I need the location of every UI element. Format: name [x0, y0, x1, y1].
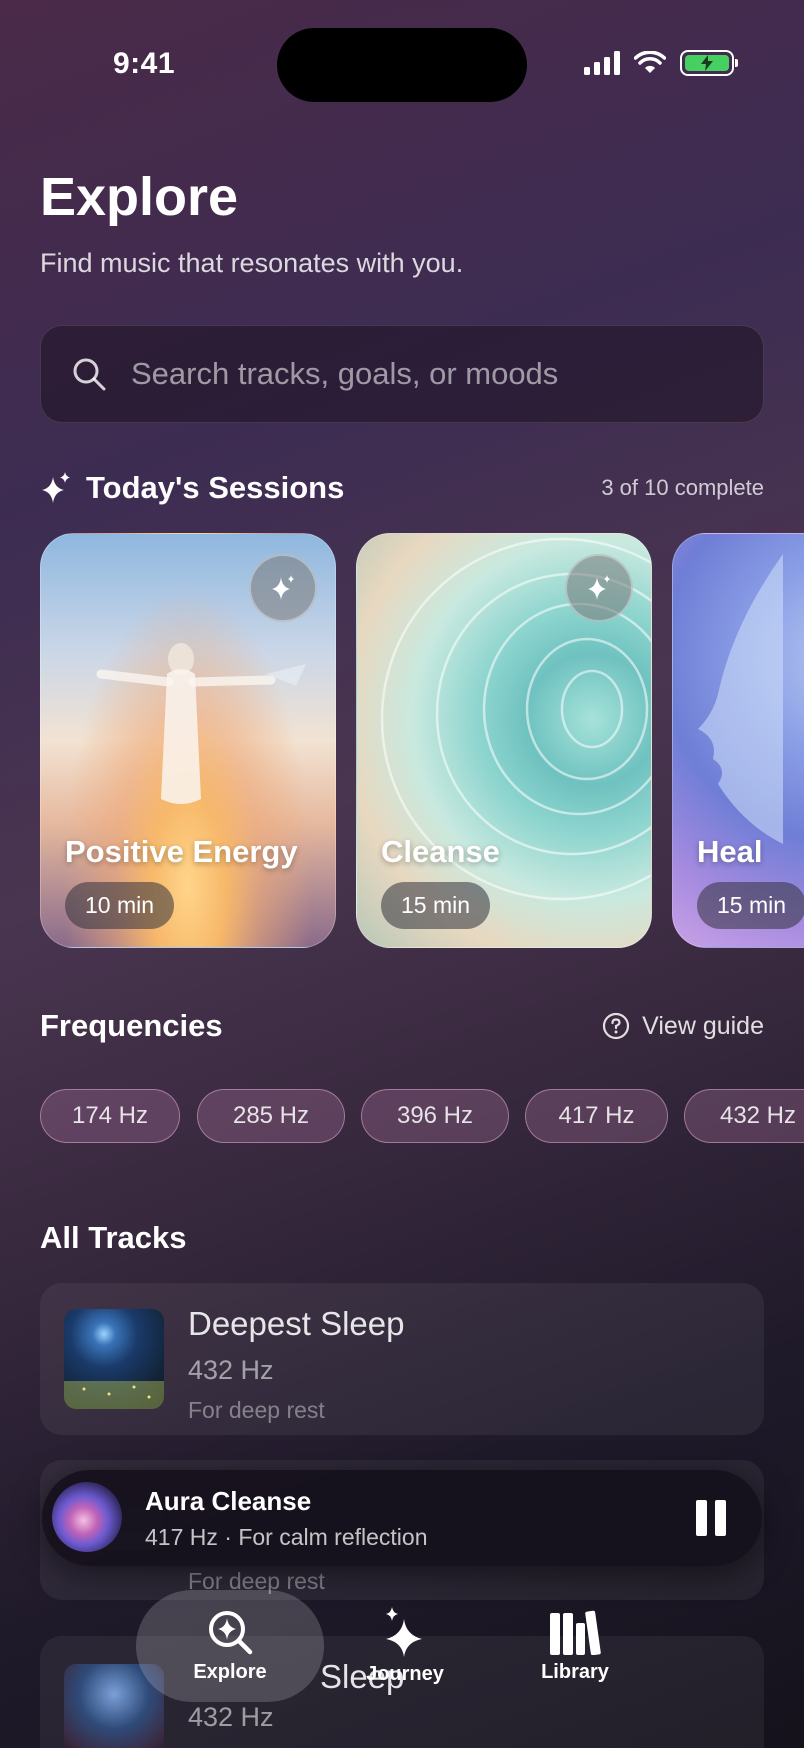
status-time: 9:41	[113, 47, 176, 80]
track-description: For deep rest	[188, 1397, 325, 1423]
sparkles-icon	[42, 472, 70, 503]
frequency-chip[interactable]: 432 Hz	[684, 1089, 804, 1143]
frequency-chips[interactable]: 174 Hz 285 Hz 396 Hz 417 Hz 432 Hz	[40, 1089, 804, 1143]
track-title: Deepest Sleep	[188, 1305, 405, 1342]
tab-journey[interactable]: Journey	[330, 1590, 480, 1702]
frequencies-title: Frequencies	[40, 1008, 223, 1043]
track-thumbnail	[64, 1309, 164, 1409]
page-title: Explore	[40, 167, 239, 227]
pause-icon[interactable]	[696, 1500, 726, 1536]
now-playing-subtitle: 417 Hz · For calm reflection	[145, 1524, 428, 1550]
search-input[interactable]	[131, 356, 751, 392]
session-card-duration: 15 min	[697, 882, 804, 929]
session-card-title: Heal	[697, 834, 763, 869]
sessions-title: Today's Sessions	[40, 470, 344, 506]
frequencies-header: Frequencies View guide	[40, 1008, 764, 1044]
tab-label: Explore	[193, 1660, 267, 1683]
sparkle-icon	[588, 575, 610, 600]
now-playing-artwork	[52, 1482, 122, 1552]
page-subtitle: Find music that resonates with you.	[40, 248, 464, 278]
cellular-signal-icon	[584, 51, 620, 75]
sparkle-icon	[272, 575, 294, 600]
search-icon	[73, 358, 106, 391]
battery-icon	[680, 50, 738, 76]
status-icons	[584, 50, 738, 76]
search-sparkle-icon	[209, 1610, 253, 1654]
track-row[interactable]: Deepest Sleep 432 Hz For deep rest	[40, 1283, 764, 1435]
frequency-chip[interactable]: 396 Hz	[361, 1089, 509, 1143]
session-card-title: Cleanse	[381, 834, 500, 869]
session-card-title: Positive Energy	[65, 834, 298, 869]
tab-label: Journey	[366, 1662, 444, 1685]
session-card-positive-energy[interactable]: Positive Energy 10 min	[40, 533, 336, 948]
forest-night-image	[64, 1381, 164, 1409]
session-card-duration: 10 min	[65, 882, 175, 929]
track-frequency: 432 Hz	[188, 1355, 274, 1385]
tab-library[interactable]: Library	[500, 1590, 650, 1702]
frequency-chip[interactable]: 285 Hz	[197, 1089, 345, 1143]
tab-label: Library	[541, 1660, 609, 1683]
sessions-header: Today's Sessions 3 of 10 complete	[40, 470, 764, 506]
frequency-chip[interactable]: 417 Hz	[525, 1089, 668, 1143]
card-favorite-button[interactable]	[565, 554, 633, 622]
frequency-chip[interactable]: 174 Hz	[40, 1089, 180, 1143]
sessions-title-text: Today's Sessions	[86, 470, 345, 505]
sessions-carousel[interactable]: Positive Energy 10 min Cleanse 15 min He…	[40, 533, 804, 948]
card-favorite-button[interactable]	[249, 554, 317, 622]
search-bar[interactable]	[40, 325, 764, 423]
question-circle-icon	[603, 1012, 630, 1040]
wifi-icon	[634, 51, 666, 73]
session-card-cleanse[interactable]: Cleanse 15 min	[356, 533, 652, 948]
tab-bar: Explore Journey Library	[0, 1590, 804, 1710]
status-bar: 9:41	[0, 0, 804, 120]
sessions-progress: 3 of 10 complete	[601, 475, 764, 500]
library-icon	[550, 1610, 601, 1655]
view-guide-label: View guide	[642, 1011, 764, 1040]
mini-player[interactable]: Aura Cleanse 417 Hz · For calm reflectio…	[42, 1470, 762, 1566]
all-tracks-title: All Tracks	[40, 1220, 187, 1255]
session-card-heal[interactable]: Heal 15 min	[672, 533, 804, 948]
sparkles-icon	[386, 1606, 422, 1657]
session-card-duration: 15 min	[381, 882, 491, 929]
tab-explore[interactable]: Explore	[136, 1590, 324, 1702]
dynamic-island	[277, 28, 527, 102]
now-playing-title: Aura Cleanse	[145, 1486, 312, 1516]
view-guide-link[interactable]: View guide	[602, 1012, 764, 1041]
